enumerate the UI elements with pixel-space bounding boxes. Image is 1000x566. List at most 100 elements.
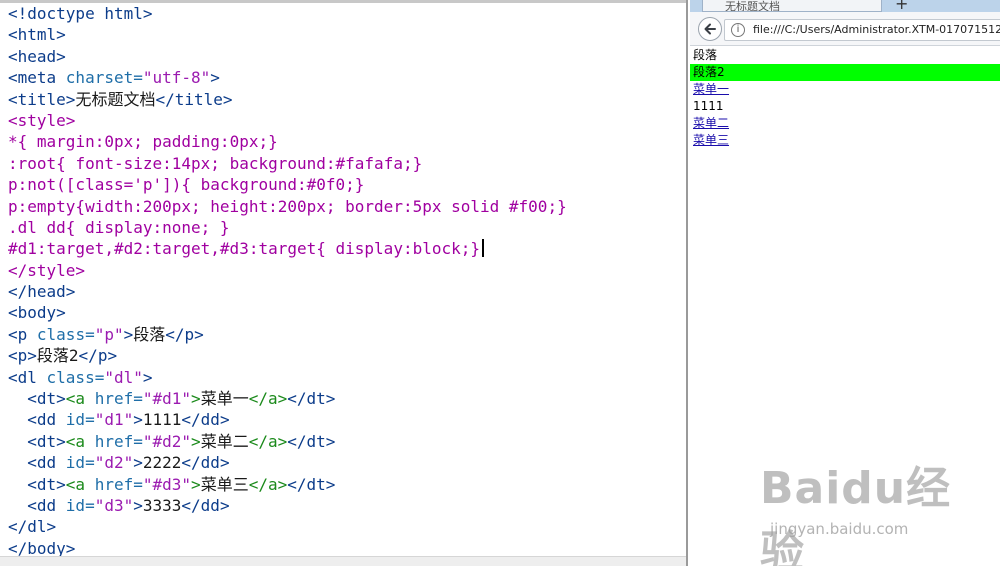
rendered-page: 段落 段落2 菜单一 1111 菜单二 菜单三: [690, 47, 1000, 149]
code-editor[interactable]: <!doctype html> <html> <head> <meta charset…: [0, 0, 688, 566]
code-token: >: [133, 453, 143, 473]
code-token: 菜单二: [200, 431, 249, 451]
code-line[interactable]: p:empty{width:200px; height:200px; borde…: [8, 196, 567, 217]
code-line[interactable]: <dd id="d1">1111</dd>: [8, 409, 567, 430]
code-token: >: [191, 431, 201, 451]
code-token: <dd: [27, 495, 66, 515]
code-line[interactable]: <dd id="d2">2222</dd>: [8, 452, 567, 473]
code-line[interactable]: <dt><a href="#d1">菜单一</a></dt>: [8, 388, 567, 409]
code-token: <p: [8, 324, 37, 344]
code-token: <dt>: [27, 431, 66, 451]
code-token: "#d1": [142, 389, 192, 409]
code-line[interactable]: <dd id="d3">3333</dd>: [8, 495, 567, 516]
code-token: display:none; }: [85, 217, 230, 237]
code-line[interactable]: #d1:target,#d2:target,#d3:target{ displa…: [8, 238, 567, 259]
code-area[interactable]: <!doctype html> <html> <head> <meta charset…: [8, 3, 567, 559]
url-text[interactable]: file:///C:/Users/Administrator.XTM-01707…: [753, 23, 1000, 36]
code-token: </dd>: [181, 495, 230, 515]
code-line[interactable]: </style>: [8, 260, 567, 281]
code-token: </style>: [8, 260, 86, 280]
code-line[interactable]: <head>: [8, 46, 567, 67]
code-line[interactable]: <title>无标题文档</title>: [8, 89, 567, 110]
code-token: p:not([class='p']){: [8, 175, 201, 195]
code-line[interactable]: <meta charset="utf-8">: [8, 67, 567, 88]
code-token: </head>: [8, 282, 76, 302]
code-token: charset=: [65, 68, 143, 88]
code-token: :root{: [8, 153, 76, 173]
code-token: <a: [65, 389, 95, 409]
code-line[interactable]: <dt><a href="#d2">菜单二</a></dt>: [8, 431, 567, 452]
code-token: 菜单三: [200, 474, 249, 494]
menu-link-2[interactable]: 菜单二: [690, 116, 729, 130]
menu-content-1: 1111: [693, 99, 724, 113]
code-token: "d2": [94, 453, 134, 473]
code-line[interactable]: </dl>: [8, 516, 567, 537]
back-button[interactable]: [698, 17, 722, 41]
code-line[interactable]: <p>段落2</p>: [8, 345, 567, 366]
code-line[interactable]: <p class="p">段落</p>: [8, 324, 567, 345]
code-line[interactable]: *{ margin:0px; padding:0px;}: [8, 131, 567, 152]
code-token: </dt>: [287, 474, 336, 494]
code-line[interactable]: .dl dd{ display:none; }: [8, 217, 567, 238]
code-token: 菜单一: [200, 389, 249, 409]
code-token: display:block;}: [335, 239, 481, 259]
code-token: "dl": [104, 367, 143, 387]
code-token: <meta: [8, 68, 66, 88]
code-token: <dt>: [27, 474, 66, 494]
code-line[interactable]: <dt><a href="#d3">菜单三</a></dt>: [8, 474, 567, 495]
code-line[interactable]: <body>: [8, 302, 567, 323]
code-token: </p>: [78, 346, 118, 366]
watermark-logo: Baidu经验: [760, 463, 952, 566]
code-token: </dt>: [287, 389, 336, 409]
code-line[interactable]: <html>: [8, 24, 567, 45]
code-token: 无标题文档: [75, 89, 156, 109]
browser-tab[interactable]: 无标题文档: [702, 0, 882, 12]
code-token: #d1:target,#d2:target,#d3:target{: [8, 239, 336, 259]
code-token: >: [133, 410, 143, 430]
code-token: font-size:14px; background:#fafafa;}: [75, 153, 423, 173]
code-line[interactable]: p:not([class='p']){ background:#0f0;}: [8, 174, 567, 195]
code-token: >: [210, 68, 220, 88]
code-token: 段落: [133, 324, 166, 344]
editor-horizontal-scrollbar[interactable]: [0, 556, 686, 566]
code-token: class=: [36, 324, 95, 344]
code-token: <title>: [8, 89, 76, 109]
code-token: </body>: [8, 538, 76, 558]
menu-link-3[interactable]: 菜单三: [690, 133, 729, 147]
code-token: >: [133, 495, 143, 515]
code-token: 1111: [142, 410, 182, 430]
code-line[interactable]: :root{ font-size:14px; background:#fafaf…: [8, 153, 567, 174]
code-token: </dt>: [287, 431, 336, 451]
code-token: </a>: [248, 431, 288, 451]
code-line[interactable]: <dl class="dl">: [8, 367, 567, 388]
menu-item-1: 菜单一: [690, 81, 1000, 98]
address-bar[interactable]: i file:///C:/Users/Administrator.XTM-017…: [724, 19, 1000, 41]
code-token: "utf-8": [142, 68, 211, 88]
menu-item-3: 菜单三: [690, 132, 1000, 149]
info-icon[interactable]: i: [731, 23, 745, 37]
code-token: .dl dd{: [8, 217, 86, 237]
code-token: <head>: [8, 46, 66, 66]
code-token: </dl>: [8, 517, 57, 537]
code-token: <a: [65, 474, 95, 494]
code-token: <!doctype html>: [8, 4, 153, 23]
code-token: >: [191, 474, 201, 494]
code-token: <dd: [27, 410, 66, 430]
arrow-left-icon: [704, 23, 716, 35]
menu-link-1[interactable]: 菜单一: [690, 82, 729, 96]
code-token: </a>: [248, 474, 288, 494]
code-token: "d3": [94, 495, 134, 515]
paragraph-1: 段落: [693, 48, 718, 62]
code-line[interactable]: <style>: [8, 110, 567, 131]
code-token: id=: [65, 410, 95, 430]
code-token: href=: [94, 431, 143, 451]
tab-strip: 无标题文档 +: [690, 0, 1000, 13]
code-token: <html>: [8, 25, 66, 45]
code-token: id=: [65, 495, 95, 515]
code-token: "p": [94, 324, 124, 344]
code-line[interactable]: <!doctype html>: [8, 3, 567, 24]
code-token: >: [123, 324, 134, 344]
code-token: p:empty{: [8, 196, 86, 216]
code-line[interactable]: </head>: [8, 281, 567, 302]
